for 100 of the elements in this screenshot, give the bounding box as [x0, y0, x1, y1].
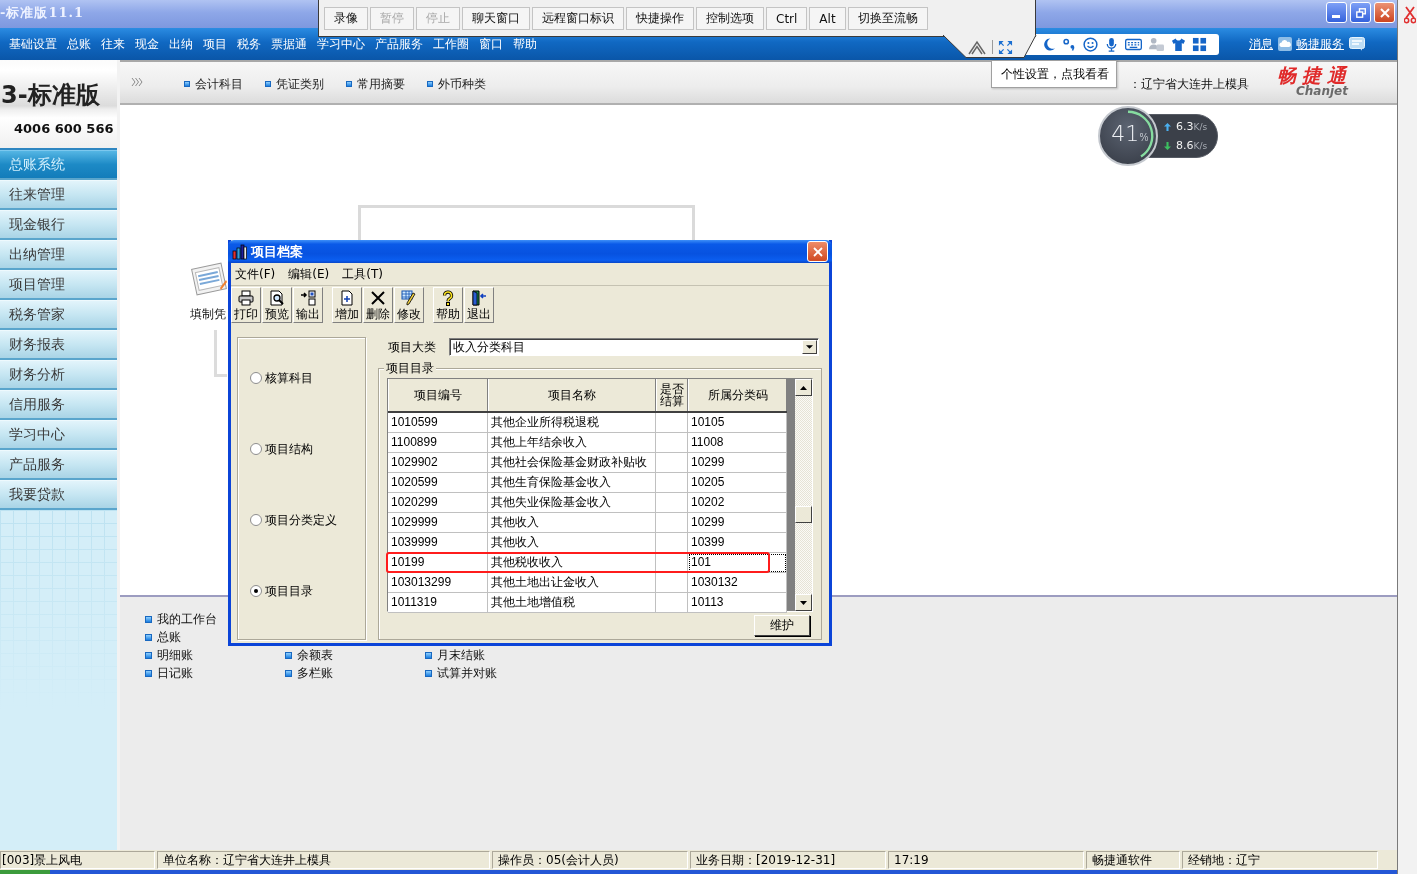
- shortcut-link[interactable]: 试算并对账: [425, 664, 497, 682]
- toolbar-button[interactable]: 修改: [394, 287, 424, 323]
- window-title: -标准版11.1: [0, 4, 85, 22]
- toolbar-button[interactable]: 打印: [231, 287, 261, 323]
- microphone-icon[interactable]: [1104, 36, 1119, 52]
- toolbar-button[interactable]: 快捷操作: [626, 7, 694, 30]
- toolbar-button[interactable]: 远程窗口标识: [532, 7, 624, 30]
- scissors-icon[interactable]: [1404, 6, 1416, 24]
- moon-icon[interactable]: [1041, 36, 1056, 52]
- menu-item[interactable]: 总账: [67, 35, 91, 53]
- grid-icon[interactable]: [1192, 36, 1207, 52]
- sidebar-item[interactable]: 税务管家: [0, 300, 117, 330]
- scroll-down-button[interactable]: [795, 594, 812, 611]
- restore-button[interactable]: [1350, 2, 1371, 23]
- sidebar-item[interactable]: 信用服务: [0, 390, 117, 420]
- menu-item[interactable]: 项目: [203, 35, 227, 53]
- menu-item[interactable]: 文件(F): [235, 265, 276, 283]
- menu-item[interactable]: 票据通: [271, 35, 307, 53]
- shirt-icon[interactable]: [1171, 36, 1186, 52]
- sidebar-item[interactable]: 往来管理: [0, 180, 117, 210]
- table-cell: [656, 453, 688, 473]
- menu-item[interactable]: 往来: [101, 35, 125, 53]
- toolbar-button[interactable]: 帮助: [433, 287, 463, 323]
- toolbar-button[interactable]: 切换至流畅: [847, 7, 928, 30]
- punctuation-icon[interactable]: [1062, 36, 1077, 52]
- menu-item[interactable]: 工具(T): [342, 265, 383, 283]
- shortcut-link[interactable]: 余额表: [285, 646, 333, 664]
- toolbar-button[interactable]: 增加: [332, 287, 362, 323]
- toolbar-button[interactable]: 预览: [262, 287, 292, 323]
- expand-arrows-icon[interactable]: [998, 39, 1013, 55]
- close-button[interactable]: [807, 241, 828, 262]
- quick-link[interactable]: 常用摘要: [346, 75, 405, 93]
- radio-button[interactable]: [250, 372, 262, 384]
- shortcut-link[interactable]: 日记账: [145, 664, 193, 682]
- maintain-button[interactable]: 维护: [754, 615, 810, 636]
- bullet-icon: [265, 81, 271, 87]
- dropdown-button[interactable]: [802, 340, 817, 354]
- menu-item[interactable]: 编辑(E): [288, 265, 330, 283]
- toolbar-button[interactable]: 输出: [293, 287, 323, 323]
- table-cell: [656, 513, 688, 533]
- toolbar-button[interactable]: 控制选项: [696, 7, 764, 30]
- column-header[interactable]: 所属分类码: [688, 379, 787, 411]
- connector-line: [214, 330, 227, 377]
- radio-option[interactable]: 项目分类定义: [250, 513, 337, 527]
- shortcut-link[interactable]: 明细账: [145, 646, 193, 664]
- close-button[interactable]: [1374, 2, 1395, 23]
- header-link[interactable]: 消息: [1249, 35, 1273, 53]
- column-header[interactable]: 是否结算: [656, 379, 688, 411]
- sidebar-item[interactable]: 出纳管理: [0, 240, 117, 270]
- radio-button[interactable]: [250, 585, 262, 597]
- scrollbar[interactable]: [795, 379, 812, 611]
- double-caret-up-icon[interactable]: [968, 39, 986, 55]
- column-header[interactable]: 项目编号: [388, 379, 488, 411]
- sidebar-item[interactable]: 财务分析: [0, 360, 117, 390]
- menu-item[interactable]: 学习中心: [317, 35, 365, 53]
- toolbar-button[interactable]: 聊天窗口: [462, 7, 530, 30]
- table-cell: 1039999: [388, 533, 488, 553]
- toolbar-button[interactable]: Alt: [809, 7, 846, 30]
- column-header[interactable]: 项目名称: [488, 379, 656, 411]
- radio-button[interactable]: [250, 514, 262, 526]
- menu-item[interactable]: 现金: [135, 35, 159, 53]
- menu-item[interactable]: 工作圈: [433, 35, 469, 53]
- menu-item[interactable]: 出纳: [169, 35, 193, 53]
- status-cell: 17:19: [888, 851, 1084, 869]
- sidebar-item[interactable]: 现金银行: [0, 210, 117, 240]
- minimize-button[interactable]: [1326, 2, 1347, 23]
- upload-speed: 6.3K/s: [1176, 119, 1208, 134]
- toolbar-button[interactable]: 录像: [324, 7, 368, 30]
- radio-button[interactable]: [250, 443, 262, 455]
- quick-link[interactable]: 凭证类别: [265, 75, 324, 93]
- bullet-icon: [145, 669, 152, 677]
- quick-link[interactable]: 外币种类: [427, 75, 486, 93]
- shortcut-link[interactable]: 多栏账: [285, 664, 333, 682]
- keyboard-icon[interactable]: [1125, 36, 1142, 52]
- toolbar-button[interactable]: 删除: [363, 287, 393, 323]
- scrollbar-thumb[interactable]: [795, 506, 812, 523]
- menu-item[interactable]: 基础设置: [9, 35, 57, 53]
- shortcut-link[interactable]: 我的工作台: [145, 610, 217, 628]
- header-link[interactable]: 畅捷服务: [1296, 35, 1344, 53]
- toolbar-button[interactable]: Ctrl: [766, 7, 808, 30]
- radio-option[interactable]: 项目结构: [250, 442, 313, 456]
- smiley-icon[interactable]: [1083, 36, 1098, 52]
- sidebar-item[interactable]: 财务报表: [0, 330, 117, 360]
- sidebar-item[interactable]: 我要贷款: [0, 480, 117, 510]
- sidebar-item[interactable]: 项目管理: [0, 270, 117, 300]
- menu-item[interactable]: 税务: [237, 35, 261, 53]
- radio-option[interactable]: 核算科目: [250, 371, 313, 385]
- menu-item[interactable]: 产品服务: [375, 35, 423, 53]
- sidebar-item[interactable]: 产品服务: [0, 450, 117, 480]
- chevrons-icon[interactable]: [131, 76, 143, 88]
- menu-item[interactable]: 帮助: [513, 35, 537, 53]
- category-dropdown[interactable]: 收入分类科目: [449, 338, 819, 356]
- toolbar-button[interactable]: 退出: [464, 287, 494, 323]
- scroll-up-button[interactable]: [795, 379, 812, 396]
- radio-option[interactable]: 项目目录: [250, 584, 313, 598]
- menu-item[interactable]: 窗口: [479, 35, 503, 53]
- shortcut-link[interactable]: 月末结账: [425, 646, 485, 664]
- sidebar-item[interactable]: 学习中心: [0, 420, 117, 450]
- quick-link[interactable]: 会计科目: [184, 75, 243, 93]
- shortcut-link[interactable]: 总账: [145, 628, 181, 646]
